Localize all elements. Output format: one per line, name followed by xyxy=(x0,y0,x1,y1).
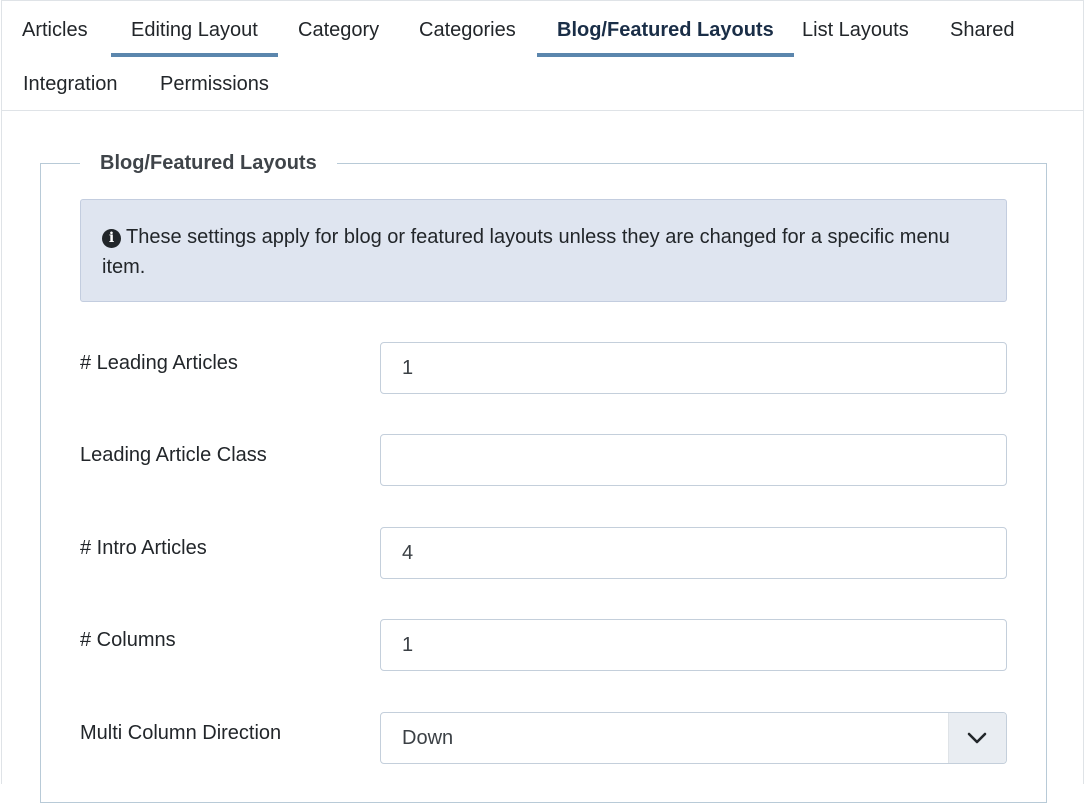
tab-bar: Articles Editing Layout Category Categor… xyxy=(2,1,1084,111)
info-icon: i xyxy=(102,229,121,248)
tab-list-layouts[interactable]: List Layouts xyxy=(802,3,909,57)
leading-article-class-label: Leading Article Class xyxy=(80,444,267,466)
tab-editing-layout[interactable]: Editing Layout xyxy=(111,3,278,57)
leading-article-class-input[interactable] xyxy=(380,434,1007,486)
info-alert-text: These settings apply for blog or feature… xyxy=(102,226,950,278)
leading-articles-input[interactable]: 1 xyxy=(380,342,1007,394)
tab-categories[interactable]: Categories xyxy=(419,3,516,57)
columns-input[interactable]: 1 xyxy=(380,619,1007,671)
tab-blog-featured-layouts-label: Blog/Featured Layouts xyxy=(557,19,774,41)
intro-articles-label: # Intro Articles xyxy=(80,537,207,559)
select-arrow[interactable] xyxy=(948,713,1006,763)
leading-articles-label: # Leading Articles xyxy=(80,352,238,374)
fieldset-legend: Blog/Featured Layouts xyxy=(80,150,337,176)
info-alert: i These settings apply for blog or featur… xyxy=(80,199,1007,302)
intro-articles-input[interactable]: 4 xyxy=(380,527,1007,579)
tab-editing-layout-label: Editing Layout xyxy=(131,19,258,41)
tab-integration[interactable]: Integration xyxy=(23,57,118,111)
multi-column-direction-label: Multi Column Direction xyxy=(80,722,282,744)
tab-articles[interactable]: Articles xyxy=(22,3,88,57)
columns-label: # Columns xyxy=(80,629,176,651)
tab-category[interactable]: Category xyxy=(298,3,379,57)
tab-blog-featured-layouts[interactable]: Blog/Featured Layouts xyxy=(537,3,794,57)
multi-column-direction-value: Down xyxy=(402,727,454,749)
tab-permissions[interactable]: Permissions xyxy=(160,57,269,111)
tab-shared[interactable]: Shared xyxy=(950,3,1015,57)
chevron-down-icon xyxy=(967,732,987,744)
multi-column-direction-select[interactable]: Down xyxy=(380,712,1007,764)
